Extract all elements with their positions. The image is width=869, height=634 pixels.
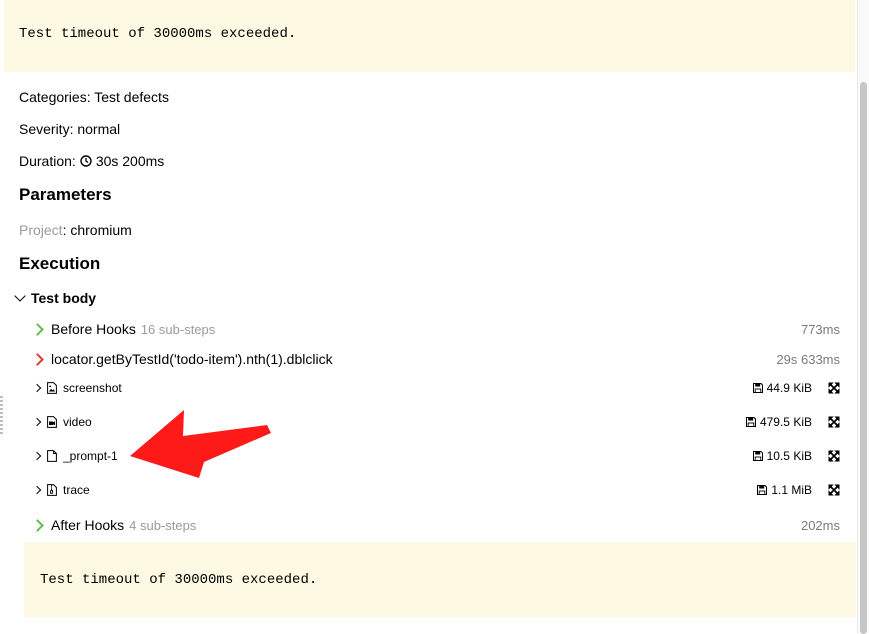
test-result-page: Test timeout of 30000ms exceeded. Catego… xyxy=(0,0,869,634)
resize-handle[interactable] xyxy=(0,396,3,436)
scrollbar-thumb[interactable] xyxy=(860,82,867,634)
annotation-arrow-icon xyxy=(130,410,271,478)
